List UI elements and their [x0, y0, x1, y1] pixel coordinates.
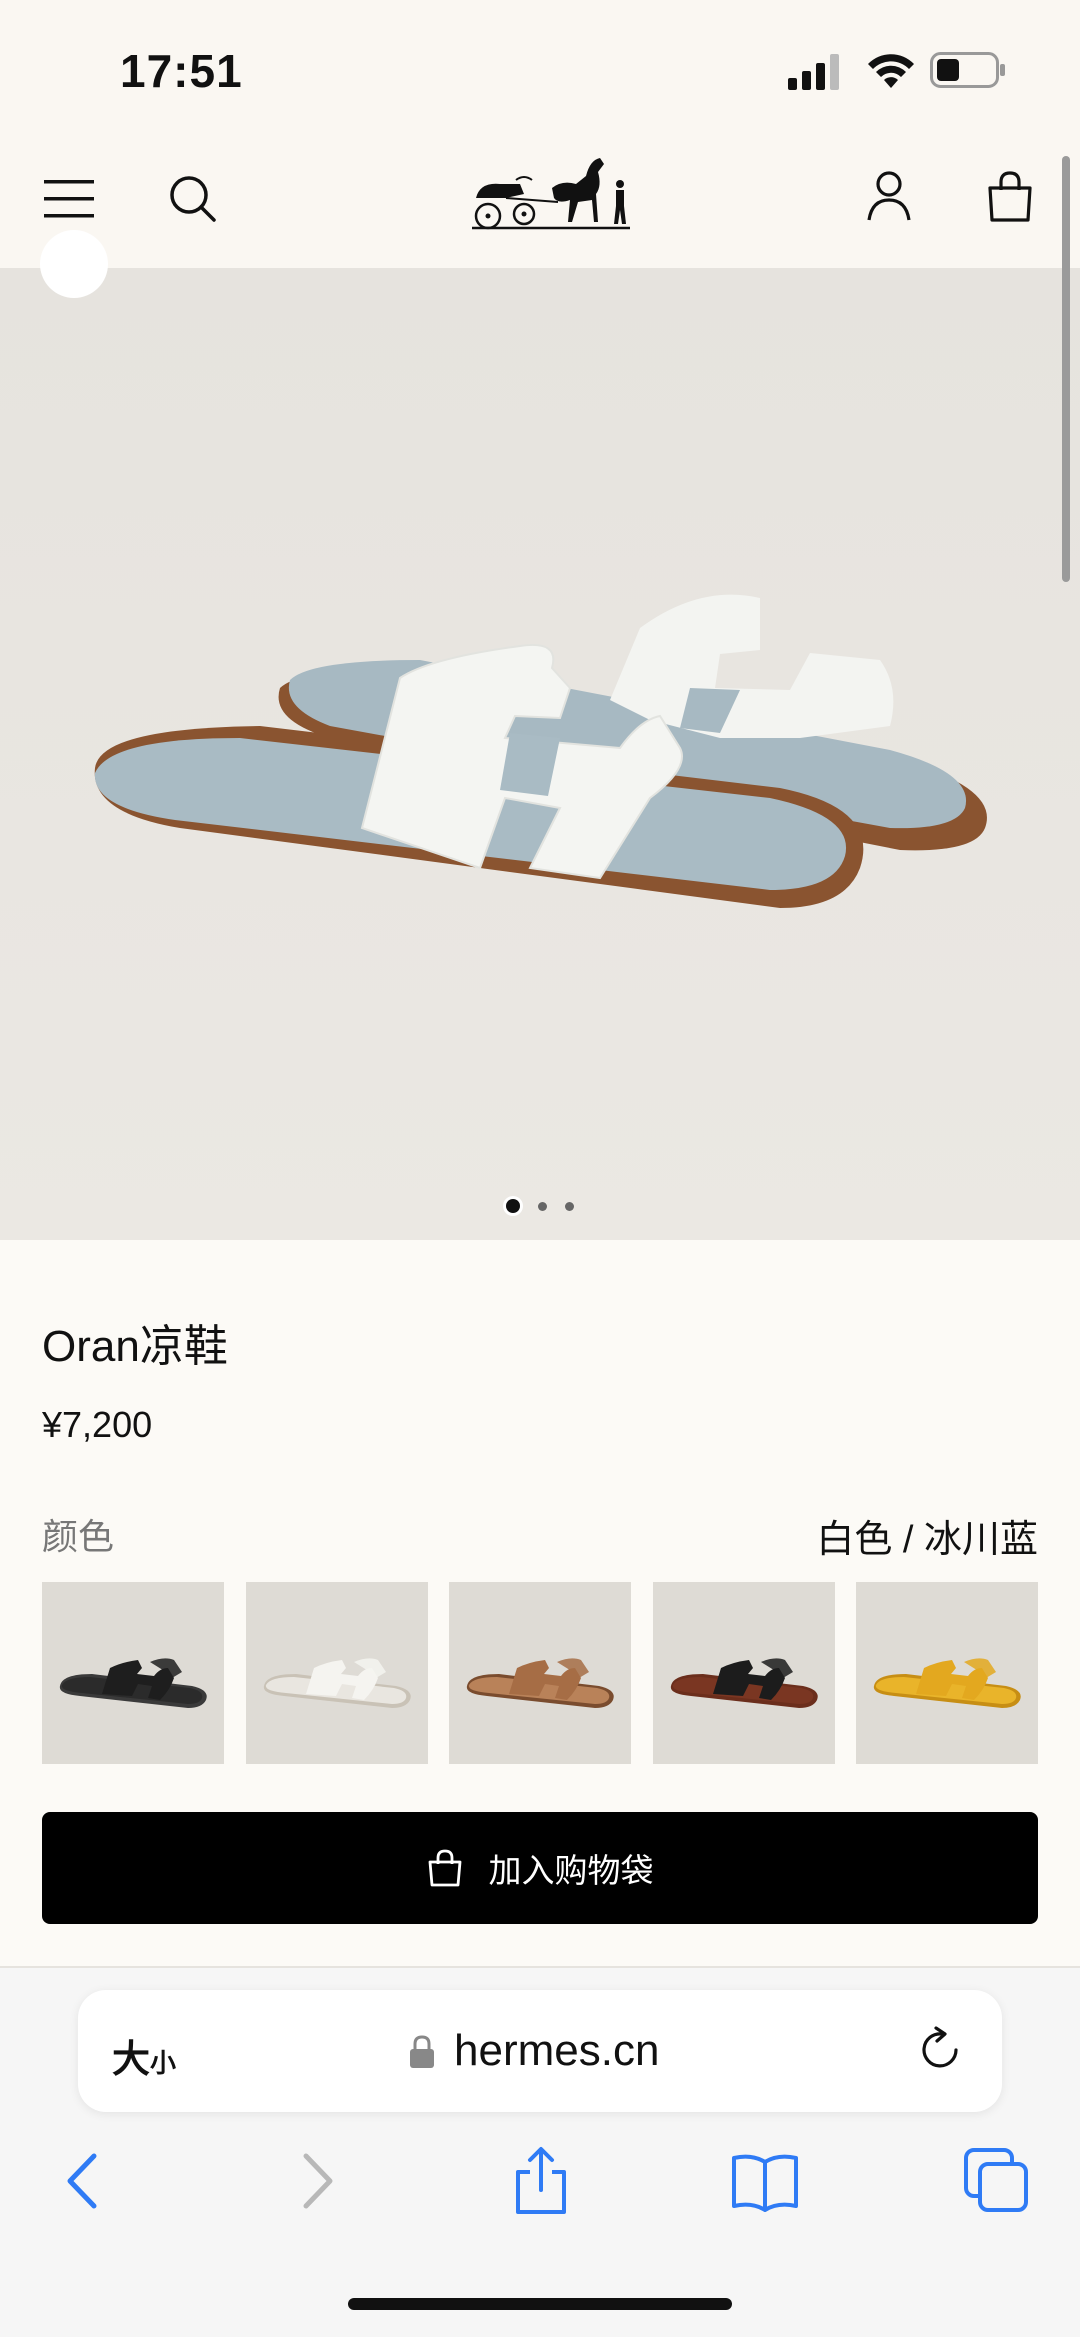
home-indicator [348, 2298, 732, 2310]
search-icon[interactable] [168, 174, 218, 224]
status-time: 17:51 [120, 45, 243, 97]
lock-icon [410, 2035, 434, 2068]
carousel-dot-2[interactable] [538, 1201, 547, 1211]
cellular-signal-icon [788, 54, 839, 90]
reload-icon[interactable] [918, 2026, 964, 2076]
menu-icon[interactable] [44, 178, 94, 220]
color-label: 颜色 [42, 1516, 115, 1557]
bookmarks-icon[interactable] [730, 2146, 800, 2216]
carousel-dot-1[interactable] [506, 1199, 520, 1213]
swatch-sandal-image [856, 1582, 1038, 1764]
carousel-dots [0, 1196, 1080, 1216]
color-swatch-yellow[interactable] [856, 1582, 1038, 1764]
swatch-sandal-image [449, 1582, 631, 1764]
product-name: Oran凉鞋 [42, 1322, 228, 1371]
text-size-small: 小 [150, 2048, 177, 2078]
share-icon[interactable] [506, 2146, 576, 2216]
text-size-big: 大 [112, 2039, 151, 2081]
color-swatch-black-brown[interactable] [652, 1582, 835, 1764]
color-swatch-black[interactable] [42, 1582, 224, 1764]
account-icon[interactable] [866, 170, 912, 222]
battery-icon [930, 52, 1005, 88]
selected-color: 白色 / 冰川蓝 [816, 1519, 1038, 1561]
swatch-sandal-image [245, 1582, 428, 1764]
tabs-icon[interactable] [962, 2146, 1032, 2216]
product-image[interactable] [0, 268, 1080, 1240]
image-back-button[interactable] [40, 230, 108, 298]
sandal-photo [0, 268, 1080, 1240]
page-scrollbar[interactable] [1062, 156, 1070, 582]
swatch-sandal-image [42, 1582, 224, 1764]
color-swatch-tan[interactable] [449, 1582, 631, 1764]
product-price: ¥7,200 [42, 1404, 153, 1445]
brand-logo[interactable] [466, 152, 636, 236]
add-to-bag-label: 加入购物袋 [488, 1852, 654, 1889]
wifi-icon [868, 54, 914, 88]
carousel-dot-3[interactable] [565, 1201, 574, 1211]
shopping-bag-icon [428, 1849, 461, 1887]
add-to-bag-button[interactable]: 加入购物袋 [42, 1812, 1038, 1924]
url-text[interactable]: hermes.cn [454, 2026, 659, 2076]
shopping-bag-icon[interactable] [986, 170, 1034, 222]
swatch-sandal-image [652, 1582, 835, 1764]
back-icon[interactable] [50, 2146, 120, 2216]
forward-icon[interactable] [280, 2146, 350, 2216]
color-swatch-white[interactable] [245, 1582, 428, 1764]
text-size-button[interactable]: 大小 [112, 2028, 176, 2083]
color-swatches [42, 1582, 1038, 1766]
